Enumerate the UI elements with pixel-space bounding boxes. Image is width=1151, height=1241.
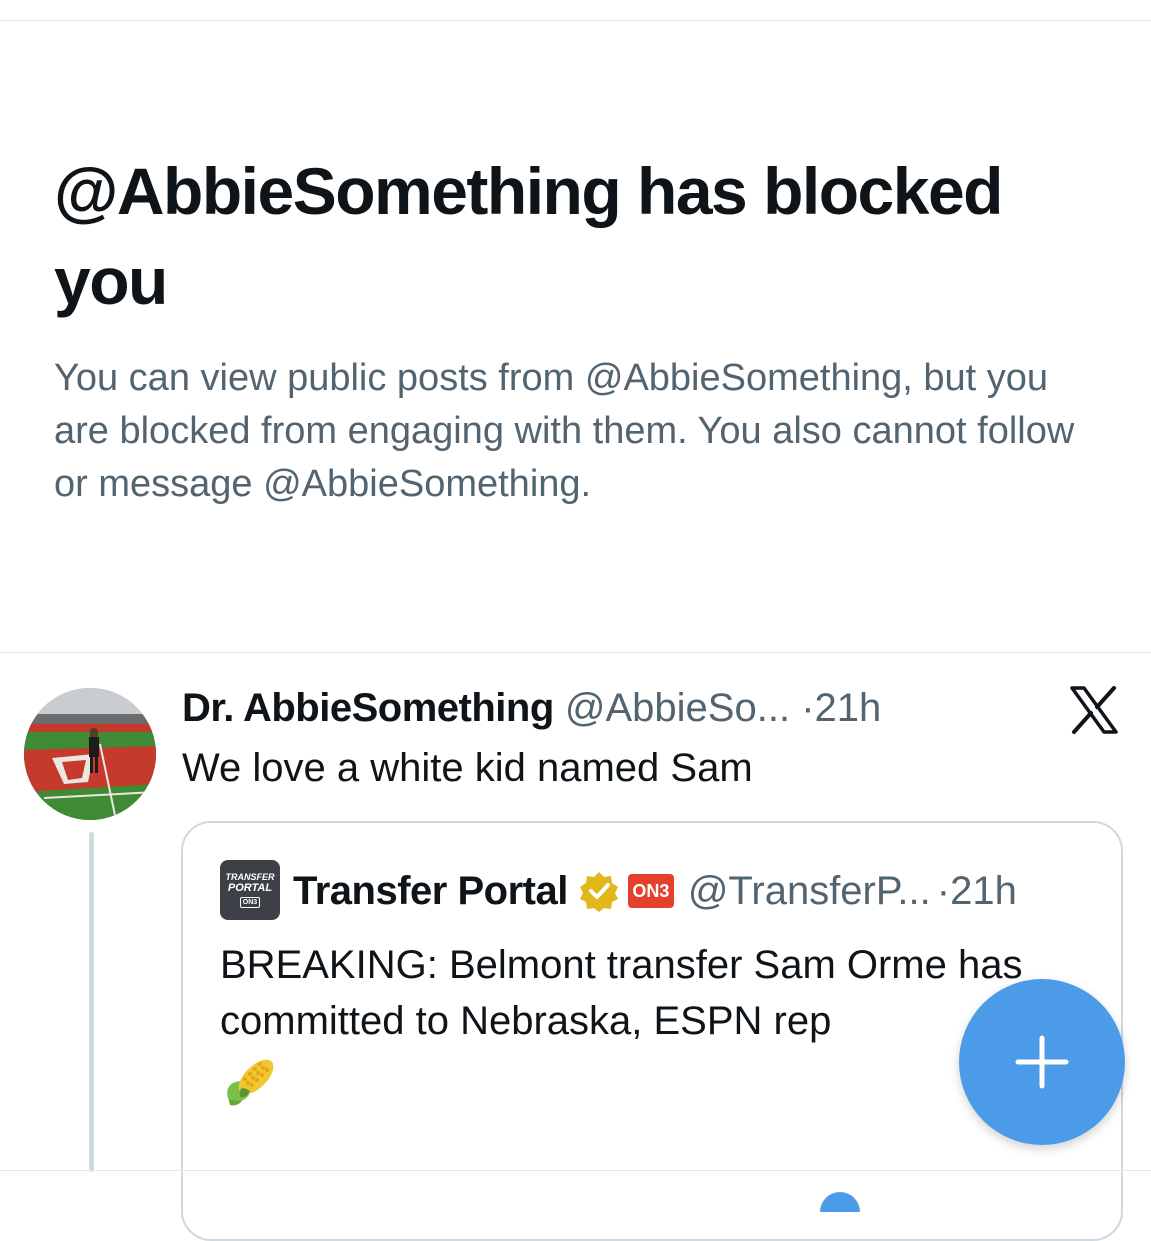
avatar[interactable] [24, 688, 156, 820]
blocked-description: You can view public posts from @AbbieSom… [54, 357, 1075, 505]
avatar-line-1: TRANSFER [225, 871, 275, 882]
tweet-time[interactable]: 21h [815, 686, 882, 730]
quoted-tweet-header: Transfer Portal ON3 @TransferP... · 21h [293, 865, 1017, 917]
thread-connector [89, 832, 94, 1172]
transfer-portal-avatar[interactable]: TRANSFER PORTAL ON3 [220, 860, 280, 920]
quoted-tweet-time[interactable]: 21h [950, 865, 1017, 917]
plus-icon [1015, 1035, 1069, 1089]
avatar-line-3: ON3 [239, 896, 261, 908]
avatar-line-2: PORTAL [227, 881, 273, 894]
top-divider [0, 20, 1151, 21]
quoted-author-name[interactable]: Transfer Portal [293, 865, 568, 917]
affiliate-badge[interactable]: ON3 [627, 874, 674, 908]
verified-badge-icon [579, 872, 618, 912]
x-logo-icon [1068, 684, 1120, 736]
author-name[interactable]: Dr. AbbieSomething [182, 686, 554, 730]
tweet-text: We love a white kid named Sam [182, 746, 753, 790]
dot-separator: · [801, 686, 815, 730]
section-divider [0, 652, 1151, 653]
corn-icon [227, 1059, 274, 1106]
author-handle[interactable]: @AbbieSo... [565, 686, 790, 730]
dot-separator: · [936, 869, 951, 913]
quoted-author-handle[interactable]: @TransferP... [688, 865, 931, 917]
compose-button[interactable] [959, 979, 1125, 1145]
bottom-divider [0, 1170, 1151, 1171]
stadium-photo [24, 688, 156, 820]
blocked-title: @AbbieSomething has blocked you [54, 154, 1004, 318]
tweet-header: Dr. AbbieSomething @AbbieSo... ·21h [182, 683, 881, 733]
